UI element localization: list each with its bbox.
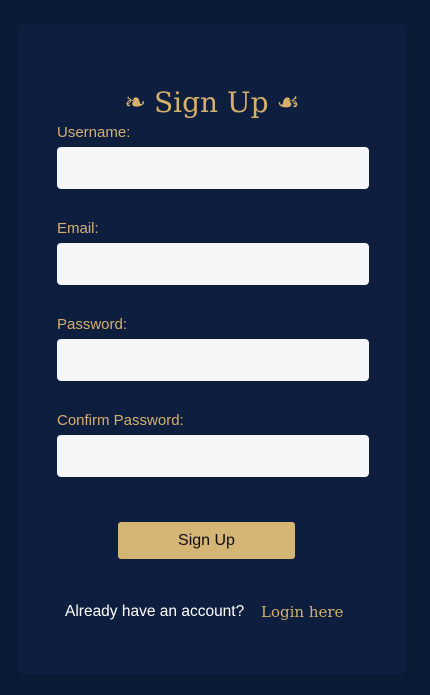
username-input[interactable] <box>57 147 369 189</box>
email-input[interactable] <box>57 243 369 285</box>
confirm-password-input[interactable] <box>57 435 369 477</box>
signup-card: ❧ Sign Up ☙ Username: Email: Password: Con… <box>17 23 407 674</box>
floral-heart-icon: ☙ <box>276 88 300 118</box>
page-title: ❧ Sign Up ☙ <box>17 83 407 123</box>
page-title-text: Sign Up <box>153 86 269 119</box>
login-prompt-text: Already have an account? <box>65 603 245 620</box>
email-label: Email: <box>57 220 99 237</box>
username-label: Username: <box>57 124 131 141</box>
confirm-password-label: Confirm Password: <box>57 412 184 429</box>
password-input[interactable] <box>57 339 369 381</box>
login-link[interactable]: Login here <box>261 601 343 623</box>
floral-heart-icon: ❧ <box>124 88 146 118</box>
sign-up-button[interactable]: Sign Up <box>118 522 295 559</box>
password-label: Password: <box>57 316 128 333</box>
